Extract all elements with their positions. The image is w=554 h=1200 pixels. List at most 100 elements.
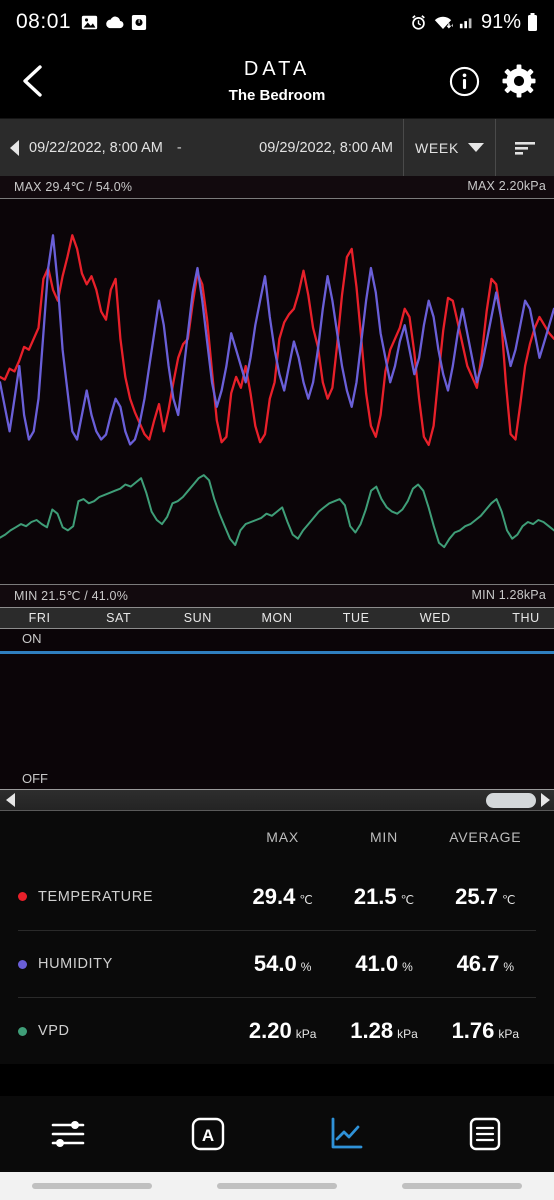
date-range-start: 09/22/2022, 8:00 AM xyxy=(29,139,163,156)
chart-horizontal-scrollbar[interactable] xyxy=(0,789,554,811)
day-label-wed: WED xyxy=(419,611,451,625)
chart-zone: MAX 29.4℃ / 54.0% MAX 2.20kPa MIN 21.5℃ … xyxy=(0,176,554,629)
signal-icon xyxy=(459,14,475,30)
filter-list-icon xyxy=(515,141,535,155)
stats-humidity-min: 41.0% xyxy=(333,951,434,977)
chart-min-labels: MIN 21.5℃ / 41.0% MIN 1.28kPa xyxy=(0,585,554,607)
bottom-navigation: A xyxy=(0,1096,554,1172)
value: 21.5 xyxy=(353,883,397,909)
stats-label-text: TEMPERATURE xyxy=(38,888,154,905)
table-row[interactable]: TEMPERATURE 29.4 ℃ 21.5 ℃ 25.7 ℃ xyxy=(18,863,536,930)
series-line-humidity xyxy=(0,234,554,446)
state-off-label: OFF xyxy=(22,771,48,786)
chart-plot-area[interactable] xyxy=(0,199,554,584)
nav-menu-list[interactable] xyxy=(416,1116,554,1152)
series-line-vpd xyxy=(0,474,554,549)
unit: % xyxy=(402,960,413,974)
value: 41.0 xyxy=(355,951,399,976)
nav-auto-mode[interactable]: A xyxy=(139,1116,278,1152)
nav-data-chart[interactable] xyxy=(277,1116,416,1152)
stats-temperature-min: 21.5 ℃ xyxy=(333,884,434,910)
value: 1.28 xyxy=(350,1018,394,1043)
stats-row-label-temperature: TEMPERATURE xyxy=(18,889,232,905)
caret-left-icon[interactable] xyxy=(6,793,15,807)
date-range-separator: - xyxy=(176,139,182,156)
stats-vpd-min: 1.28 kPa xyxy=(333,1018,434,1044)
stats-row-label-vpd: VPD xyxy=(18,1023,232,1039)
table-row[interactable]: VPD 2.20 kPa 1.28 kPa 1.76 kPa xyxy=(18,997,536,1064)
state-on-trace xyxy=(0,651,554,654)
screenshot-icon xyxy=(131,14,147,31)
stats-row-label-humidity: HUMIDITY xyxy=(18,956,232,972)
menu-list-icon xyxy=(469,1117,500,1151)
svg-text:A: A xyxy=(202,1126,214,1145)
value: 29.4 xyxy=(252,883,296,909)
chart-day-axis: FRI SAT SUN MON TUE WED THU xyxy=(0,607,554,629)
unit: ℃ xyxy=(299,892,313,907)
device-state-zone: ON OFF xyxy=(0,629,554,789)
value: 2.20 xyxy=(248,1018,292,1043)
unit: % xyxy=(503,960,515,974)
unit: kPa xyxy=(498,1027,520,1041)
app-header-actions xyxy=(449,64,536,98)
nav-controls[interactable] xyxy=(0,1117,139,1151)
system-gesture-bar xyxy=(0,1172,554,1200)
day-label-sun: SUN xyxy=(183,611,212,625)
date-range-bar: 09/22/2022, 8:00 AM - 09/29/2022, 8:00 A… xyxy=(0,118,554,176)
state-on-label: ON xyxy=(22,631,42,646)
wifi-icon: + xyxy=(433,14,453,30)
stats-header-max: MAX xyxy=(266,829,300,845)
chart-svg xyxy=(0,234,554,549)
stats-label-text: HUMIDITY xyxy=(38,956,113,972)
stats-temperature-avg: 25.7 ℃ xyxy=(435,884,536,910)
caret-right-icon[interactable] xyxy=(541,793,550,807)
controls-icon xyxy=(51,1121,85,1147)
battery-icon xyxy=(527,13,538,31)
stats-table: MAX MIN AVERAGE TEMPERATURE 29.4 ℃ 21.5 ℃ … xyxy=(0,811,554,1064)
app-screen: 08:01 + 91% xyxy=(0,0,554,1200)
page-title: DATA xyxy=(243,58,311,80)
legend-dot-vpd xyxy=(18,1026,27,1036)
caret-left-icon[interactable] xyxy=(10,139,19,156)
stats-humidity-avg: 46.7% xyxy=(435,951,536,977)
value: 1.76 xyxy=(451,1018,495,1043)
value: 54.0 xyxy=(253,951,297,976)
date-range-selector[interactable]: 09/22/2022, 8:00 AM - 09/29/2022, 8:00 A… xyxy=(0,119,403,176)
range-period-label: WEEK xyxy=(414,139,460,156)
stats-header-min: MIN xyxy=(369,829,399,845)
range-period-dropdown[interactable]: WEEK xyxy=(403,119,496,176)
status-clock: 08:01 xyxy=(16,10,72,33)
image-icon xyxy=(81,14,98,31)
data-chart-icon xyxy=(331,1117,363,1149)
auto-mode-icon: A xyxy=(191,1117,224,1151)
day-label-thu: THU xyxy=(512,611,540,625)
legend-dot-humidity xyxy=(18,959,27,969)
unit: % xyxy=(300,960,312,974)
gesture-pill xyxy=(401,1183,522,1189)
gesture-pill xyxy=(32,1183,153,1189)
chart-min-left-label: MIN 21.5℃ / 41.0% xyxy=(14,589,129,603)
chevron-left-icon[interactable] xyxy=(18,64,48,98)
table-row[interactable]: HUMIDITY 54.0% 41.0% 46.7% xyxy=(18,930,536,997)
stats-header-average: AVERAGE xyxy=(449,829,522,845)
stats-vpd-max: 2.20 kPa xyxy=(232,1018,333,1044)
stats-header-row: MAX MIN AVERAGE xyxy=(18,811,536,863)
scroll-thumb[interactable] xyxy=(486,792,536,808)
filter-button[interactable] xyxy=(496,119,554,176)
stats-temperature-max: 29.4 ℃ xyxy=(232,884,333,910)
chart-max-labels: MAX 29.4℃ / 54.0% MAX 2.20kPa xyxy=(0,176,554,198)
stats-humidity-max: 54.0% xyxy=(232,951,333,977)
info-icon[interactable] xyxy=(449,66,480,97)
date-range-end: 09/29/2022, 8:00 AM xyxy=(259,139,393,156)
system-status-bar: 08:01 + 91% xyxy=(0,0,554,44)
gear-icon[interactable] xyxy=(502,64,536,98)
unit: ℃ xyxy=(400,892,415,907)
day-label-tue: TUE xyxy=(342,611,370,625)
legend-dot-temperature xyxy=(18,892,27,901)
chart-max-left-label: MAX 29.4℃ / 54.0% xyxy=(14,180,133,194)
stats-label-text: VPD xyxy=(38,1023,70,1039)
cloud-icon xyxy=(105,15,124,30)
chart-max-right-label: MAX 2.20kPa xyxy=(467,179,546,193)
value: 46.7 xyxy=(456,951,500,976)
status-notification-icons xyxy=(81,14,147,31)
